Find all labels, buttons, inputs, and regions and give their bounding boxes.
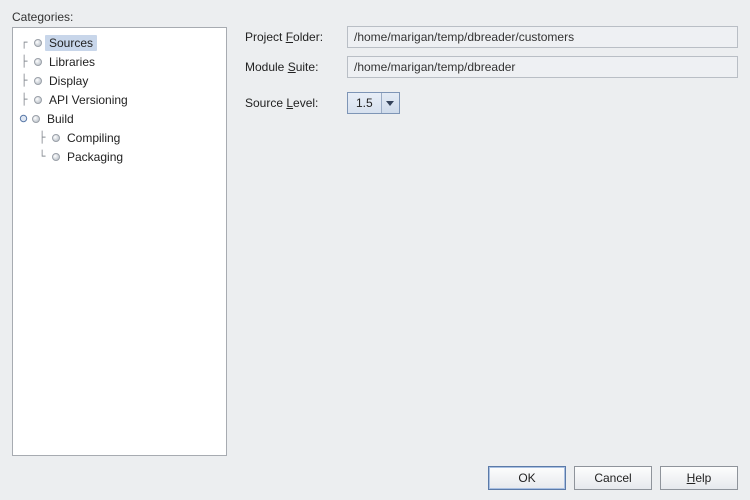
- bullet-icon: [49, 134, 63, 142]
- bullet-icon: [29, 115, 43, 123]
- label-part: evel:: [293, 96, 318, 110]
- form-pane: Project Folder: /home/marigan/temp/dbrea…: [245, 10, 738, 456]
- module-suite-row: Module Suite: /home/marigan/temp/dbreade…: [245, 56, 738, 78]
- module-suite-field: /home/marigan/temp/dbreader: [347, 56, 738, 78]
- tree-label: API Versioning: [45, 92, 132, 108]
- label-part: Project: [245, 30, 286, 44]
- tree-label: Compiling: [63, 130, 124, 146]
- tree-line-icon: ├: [17, 94, 31, 105]
- project-folder-row: Project Folder: /home/marigan/temp/dbrea…: [245, 26, 738, 48]
- project-properties-dialog: Categories: ┌ Sources ├ Libraries ├: [0, 0, 750, 500]
- tree-line-icon: ├: [35, 132, 49, 143]
- tree-label: Libraries: [45, 54, 99, 70]
- source-level-combo[interactable]: 1.5: [347, 92, 400, 114]
- label-part: uite:: [296, 60, 319, 74]
- ok-button[interactable]: OK: [488, 466, 566, 490]
- tree-item-display[interactable]: ├ Display: [17, 71, 222, 90]
- source-level-label: Source Level:: [245, 96, 339, 110]
- dialog-buttons: OK Cancel Help: [12, 456, 738, 490]
- tree-label: Sources: [45, 35, 97, 51]
- tree-item-sources[interactable]: ┌ Sources: [17, 33, 222, 52]
- bullet-icon: [31, 77, 45, 85]
- categories-pane: Categories: ┌ Sources ├ Libraries ├: [12, 10, 227, 456]
- categories-tree[interactable]: ┌ Sources ├ Libraries ├ Display: [12, 27, 227, 456]
- tree-label: Build: [43, 111, 78, 127]
- bullet-icon: [49, 153, 63, 161]
- project-folder-label: Project Folder:: [245, 30, 339, 44]
- tree-label: Display: [45, 73, 92, 89]
- chevron-down-icon[interactable]: [381, 93, 399, 113]
- bullet-icon: [31, 39, 45, 47]
- tree-line-icon: └: [35, 151, 49, 162]
- tree-item-libraries[interactable]: ├ Libraries: [17, 52, 222, 71]
- tree-line-icon: ┌: [17, 37, 31, 48]
- combo-value: 1.5: [348, 93, 381, 113]
- tree-item-api-versioning[interactable]: ├ API Versioning: [17, 90, 222, 109]
- label-part: Source: [245, 96, 286, 110]
- expand-handle-icon[interactable]: [17, 114, 29, 123]
- label-part: elp: [695, 471, 711, 485]
- mnemonic: F: [286, 30, 293, 44]
- mnemonic: S: [288, 60, 296, 74]
- tree-line-icon: ├: [17, 56, 31, 67]
- module-suite-label: Module Suite:: [245, 60, 339, 74]
- label-part: older:: [293, 30, 323, 44]
- bullet-icon: [31, 58, 45, 66]
- cancel-button[interactable]: Cancel: [574, 466, 652, 490]
- source-level-row: Source Level: 1.5: [245, 92, 738, 114]
- label-part: Module: [245, 60, 288, 74]
- tree-item-compiling[interactable]: ├ Compiling: [17, 128, 222, 147]
- project-folder-field: /home/marigan/temp/dbreader/customers: [347, 26, 738, 48]
- tree-item-packaging[interactable]: └ Packaging: [17, 147, 222, 166]
- tree-line-icon: ├: [17, 75, 31, 86]
- bullet-icon: [31, 96, 45, 104]
- tree-label: Packaging: [63, 149, 127, 165]
- categories-label: Categories:: [12, 10, 227, 24]
- tree-item-build[interactable]: Build: [17, 109, 222, 128]
- help-button[interactable]: Help: [660, 466, 738, 490]
- main-area: Categories: ┌ Sources ├ Libraries ├: [12, 10, 738, 456]
